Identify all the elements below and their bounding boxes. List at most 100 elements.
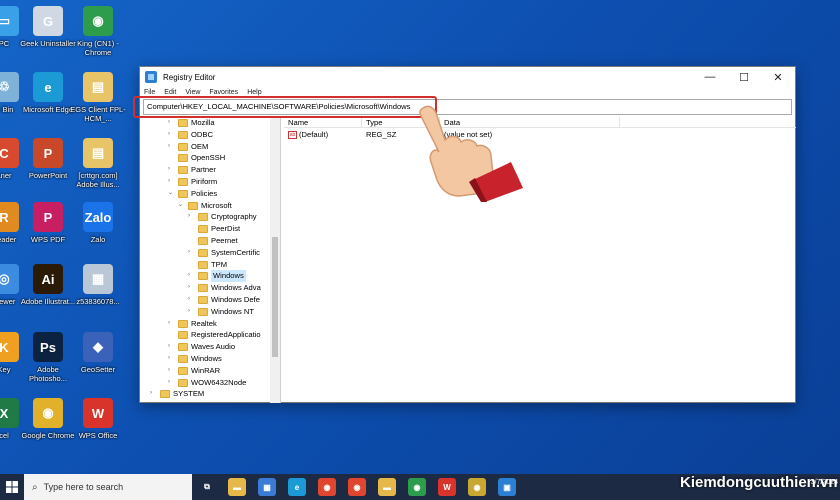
tree-node[interactable]: › SYSTEM (140, 388, 280, 400)
chevron-right-icon[interactable]: › (168, 141, 170, 153)
folder-icon (178, 331, 188, 340)
chrome-alt-taskbar-icon[interactable]: ◉ (408, 478, 426, 496)
value-name: (Default) (299, 130, 329, 139)
chevron-right-icon[interactable]: › (188, 270, 190, 282)
edge-taskbar-icon[interactable]: e (288, 478, 306, 496)
desktop-shortcut[interactable]: ▤ EGS Client FPL-HCM_... (68, 72, 128, 123)
tree-node[interactable]: TPM (140, 259, 280, 271)
chevron-right-icon[interactable]: › (168, 341, 170, 353)
tree-node[interactable]: RegisteredApplicatio (140, 329, 280, 341)
chevron-right-icon[interactable]: › (188, 306, 190, 318)
folder-icon (178, 130, 188, 139)
folder-icon (160, 390, 170, 399)
chevron-right-icon[interactable]: › (168, 164, 170, 176)
tree-node-label: Partner (191, 165, 216, 175)
taskbar-search[interactable]: ⌕ Type here to search (24, 474, 192, 500)
tree-node-label: WinRAR (191, 365, 221, 375)
windows-logo-icon (6, 481, 18, 493)
tree-node-label: Realtek (191, 318, 217, 328)
chevron-right-icon[interactable]: › (168, 176, 170, 188)
chevron-down-icon[interactable]: ⌄ (178, 200, 183, 212)
tree-node[interactable]: › Windows Adva (140, 282, 280, 294)
tree-node[interactable]: Peernet (140, 235, 280, 247)
pointing-hand-icon (419, 105, 523, 202)
chevron-right-icon[interactable]: › (168, 377, 170, 389)
tree-node[interactable]: ⌄ Microsoft (140, 200, 280, 212)
start-button[interactable] (0, 474, 24, 500)
chrome-3-taskbar-icon[interactable]: ◉ (468, 478, 486, 496)
folder-icon (178, 166, 188, 175)
folder-icon (198, 284, 208, 293)
chrome-taskbar-icon[interactable]: ◉ (318, 478, 336, 496)
chevron-right-icon[interactable]: › (168, 318, 170, 330)
tree-node[interactable]: › Piriform (140, 176, 280, 188)
desktop-shortcut[interactable]: W WPS Office (68, 398, 128, 440)
chevron-right-icon[interactable]: › (168, 129, 170, 141)
tree-node[interactable]: › OEM (140, 141, 280, 153)
tree-node[interactable]: › SystemCertific (140, 247, 280, 259)
task-view-taskbar-icon[interactable]: ⧉ (198, 478, 216, 496)
desktop-shortcut[interactable]: ◉ King (CN1) - Chrome (68, 6, 128, 57)
value-row[interactable]: ab (Default) REG_SZ (value not set) (284, 128, 796, 141)
desktop-shortcut[interactable]: ▤ [crttgn.com] Adobe Illus... (68, 138, 128, 189)
tree-node[interactable]: › Windows (140, 270, 280, 283)
desktop-shortcut[interactable]: ▦ z53836078... (68, 264, 128, 306)
tree-node-label: TPM (211, 259, 228, 269)
tree-node-label: Waves Audio (191, 342, 236, 352)
regedit-taskbar-icon[interactable]: ▣ (498, 478, 516, 496)
tree-node[interactable]: OpenSSH (140, 152, 280, 164)
chevron-right-icon[interactable]: › (168, 365, 170, 377)
app-icon: X (0, 398, 19, 428)
folder-icon (198, 213, 208, 222)
clock[interactable]: 3/7/2024 (794, 478, 838, 487)
column-name[interactable]: Name (284, 117, 362, 127)
tree-node-label: OpenSSH (191, 153, 226, 163)
tree-node[interactable]: › WinRAR (140, 365, 280, 377)
maximize-button[interactable]: ☐ (727, 67, 761, 87)
desktop-shortcut[interactable]: Zalo Zalo (68, 202, 128, 244)
app-icon: K (0, 332, 19, 362)
tree-node[interactable]: › Mozilla (140, 117, 280, 129)
chevron-right-icon[interactable]: › (188, 247, 190, 259)
chevron-down-icon[interactable]: ⌄ (168, 188, 173, 200)
tree-node[interactable]: › Windows NT (140, 306, 280, 318)
tree-node[interactable]: › Waves Audio (140, 341, 280, 353)
app-icon: ◉ (33, 398, 63, 428)
tree-node[interactable]: › Realtek (140, 318, 280, 330)
wps-taskbar-icon[interactable]: W (438, 478, 456, 496)
chrome-profile-taskbar-icon[interactable]: ◉ (348, 478, 366, 496)
desktop-shortcut[interactable]: ◆ GeoSetter (68, 332, 128, 374)
chevron-right-icon[interactable]: › (168, 117, 170, 129)
shortcut-label: z53836078... (76, 297, 120, 306)
file-explorer-taskbar-icon[interactable]: ▬ (228, 478, 246, 496)
title-bar[interactable]: Registry Editor — ☐ ✕ (140, 67, 795, 87)
values-pane[interactable]: Name Type Data ab (Default) REG_SZ (value… (284, 117, 796, 403)
search-icon: ⌕ (32, 481, 38, 493)
tree-node-label: Policies (191, 188, 218, 198)
shortcut-label: [crttgn.com] Adobe Illus... (76, 171, 120, 189)
tree-node[interactable]: › WOW6432Node (140, 377, 280, 389)
clock-date: 3/7/2024 (810, 479, 838, 486)
files-taskbar-icon[interactable]: ▬ (378, 478, 396, 496)
tree-node[interactable]: ⌄ Policies (140, 188, 280, 200)
tree-node[interactable]: › Partner (140, 164, 280, 176)
store-taskbar-icon[interactable]: ▦ (258, 478, 276, 496)
chevron-right-icon[interactable]: › (150, 388, 152, 400)
minimize-button[interactable]: — (693, 67, 727, 87)
tree-node[interactable]: › Windows (140, 353, 280, 365)
chevron-right-icon[interactable]: › (188, 294, 190, 306)
folder-icon (198, 236, 208, 245)
key-tree[interactable]: › Mozilla › ODBC › OEM OpenSSH › Partner › Pirifor… (140, 117, 281, 403)
app-icon: ▦ (83, 264, 113, 294)
tree-node-label: Windows Defe (211, 294, 260, 304)
tree-node[interactable]: › Windows Defe (140, 294, 280, 306)
close-button[interactable]: ✕ (761, 67, 795, 87)
tree-node[interactable]: › Cryptography (140, 211, 280, 223)
chevron-right-icon[interactable]: › (188, 282, 190, 294)
tree-node[interactable]: › ODBC (140, 129, 280, 141)
folder-icon (178, 119, 188, 127)
tree-node[interactable]: PeerDist (140, 223, 280, 235)
shortcut-label: Zalo (90, 235, 106, 244)
chevron-right-icon[interactable]: › (168, 353, 170, 365)
chevron-right-icon[interactable]: › (188, 211, 190, 223)
